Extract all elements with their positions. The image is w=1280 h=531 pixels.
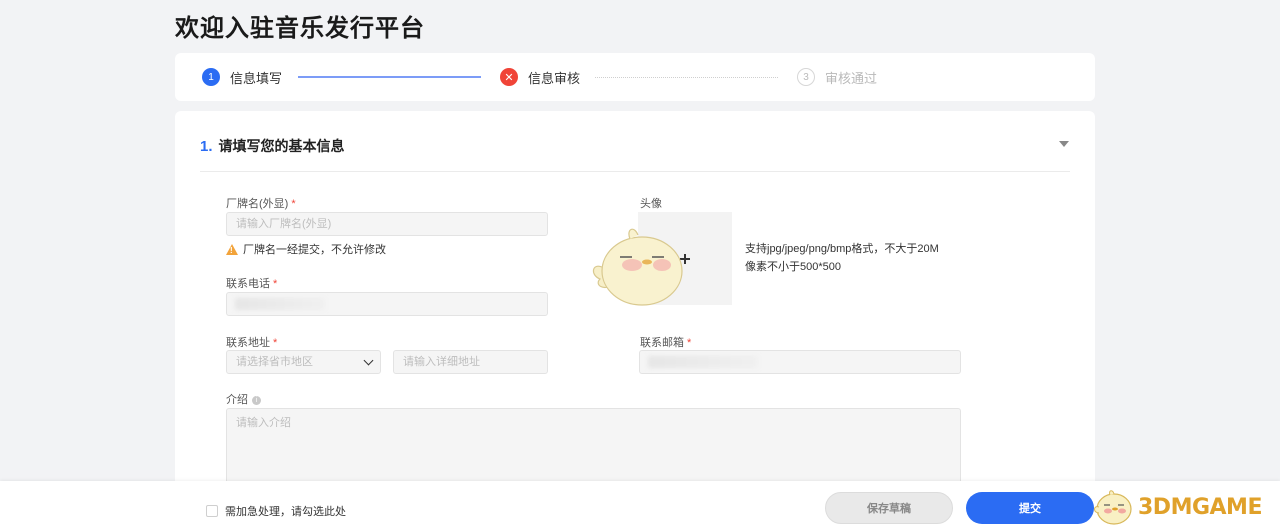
info-icon: i <box>252 396 261 405</box>
phone-input[interactable] <box>226 292 548 316</box>
step-approved: 3 审核通过 <box>797 67 877 87</box>
address-detail-input[interactable]: 请输入详细地址 <box>393 350 548 374</box>
address-label: 联系地址 * <box>226 337 278 349</box>
mascot-watermark-icon <box>592 228 683 306</box>
step-label: 信息审核 <box>528 70 581 86</box>
step-error-icon: ✕ <box>500 68 518 86</box>
section-divider <box>200 171 1070 172</box>
intro-label: 介绍 i <box>226 391 261 407</box>
urgent-checkbox[interactable] <box>206 505 218 517</box>
basic-info-form: 1. 请填写您的基本信息 厂牌名(外显) * 请输入厂牌名(外显) ! 厂牌名一经提… <box>175 111 1095 531</box>
phone-label: 联系电话 * <box>226 278 278 290</box>
redacted-value <box>235 298 325 310</box>
warning-icon: ! <box>226 243 238 255</box>
step-fill-info: 1 信息填写 <box>202 67 282 87</box>
watermark-text: 3DMGAME <box>1138 494 1262 520</box>
intro-textarea[interactable]: 请输入介绍 <box>226 408 961 488</box>
page-title: 欢迎入驻音乐发行平台 <box>175 15 425 42</box>
step-label: 信息填写 <box>230 70 283 86</box>
step-number: 1 <box>202 68 220 86</box>
avatar-hint: 支持jpg/jpeg/png/bmp格式，不大于20M 像素不小于500*500 <box>745 243 939 273</box>
save-draft-button[interactable]: 保存草稿 <box>825 492 953 524</box>
region-select[interactable]: 请选择省市地区 <box>226 350 381 374</box>
email-label: 联系邮箱 * <box>640 337 692 349</box>
avatar-label: 头像 <box>640 198 662 210</box>
chevron-down-icon <box>363 355 374 366</box>
email-input[interactable] <box>639 350 961 374</box>
redacted-value <box>648 356 758 368</box>
urgent-option[interactable]: 需加急处理，请勾选此处 <box>206 503 346 519</box>
collapse-arrow-icon[interactable] <box>1059 141 1069 147</box>
footer-action-bar: 需加急处理，请勾选此处 保存草稿 提交 <box>0 481 1280 531</box>
section-title: 1. 请填写您的基本信息 <box>200 136 345 156</box>
urgent-label: 需加急处理，请勾选此处 <box>225 506 346 518</box>
step-connector-pending <box>595 77 778 78</box>
submit-button[interactable]: 提交 <box>966 492 1094 524</box>
step-connector-complete <box>298 76 481 78</box>
steps-bar: 1 信息填写 ✕ 信息审核 3 审核通过 <box>175 53 1095 101</box>
section-title-text: 请填写您的基本信息 <box>218 138 345 154</box>
brand-name-warning: ! 厂牌名一经提交，不允许修改 <box>226 241 386 257</box>
section-number: 1. <box>200 138 213 155</box>
step-number: 3 <box>797 68 815 86</box>
brand-name-input[interactable]: 请输入厂牌名(外显) <box>226 212 548 236</box>
step-label: 审核通过 <box>825 70 878 86</box>
step-review: ✕ 信息审核 <box>500 67 580 87</box>
brand-name-label: 厂牌名(外显) * <box>226 198 296 210</box>
mascot-logo-icon <box>1094 490 1132 525</box>
site-watermark: 3DMGAME <box>1092 487 1262 527</box>
warning-text: 厂牌名一经提交，不允许修改 <box>243 244 386 256</box>
